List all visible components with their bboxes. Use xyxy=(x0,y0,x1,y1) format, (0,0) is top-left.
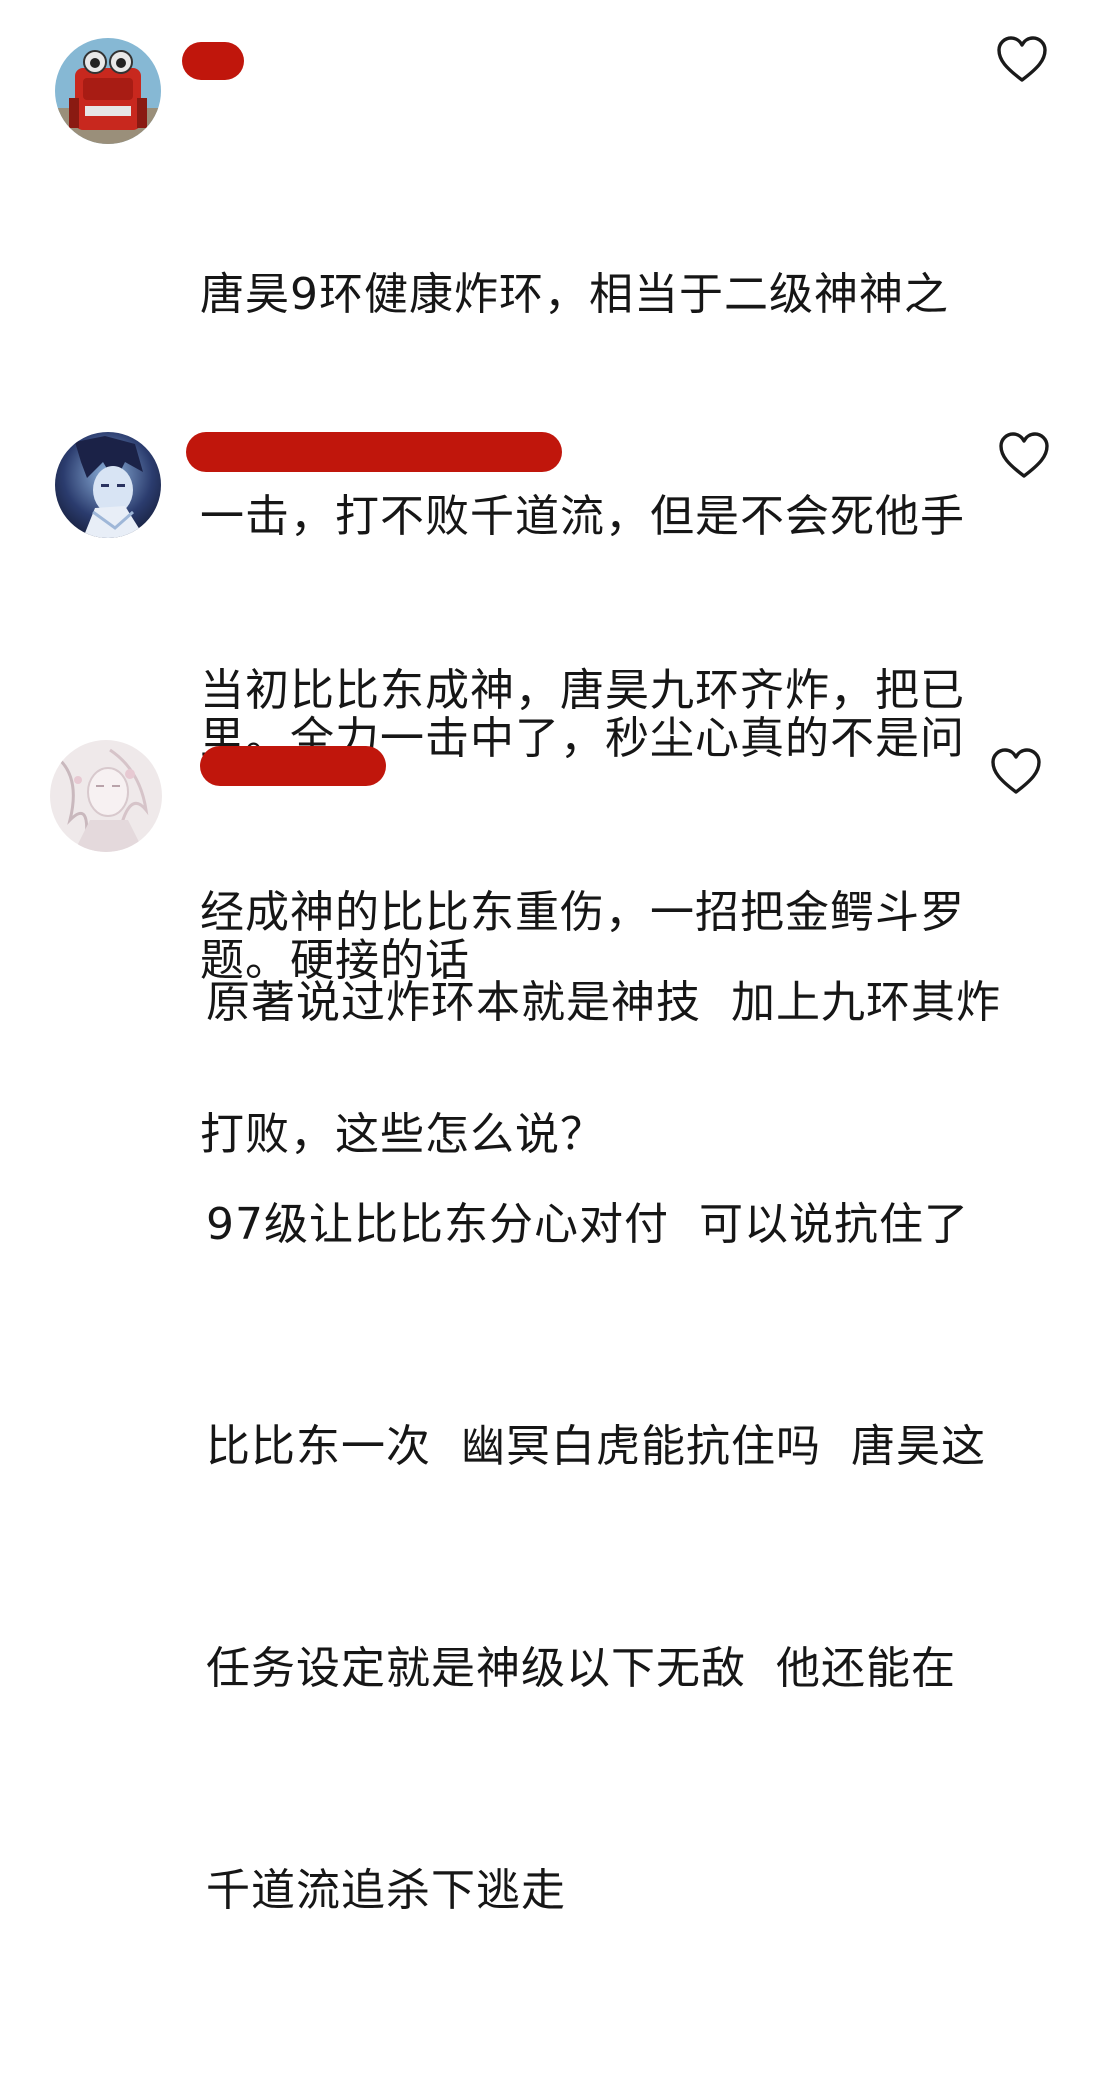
comment-item: 唐昊9环健康炸环，相当于二级神神之 一击，打不败千道流，但是不会死他手 里。全力… xyxy=(0,0,1098,986)
comment-line: 千道流追杀下逃走 xyxy=(206,1865,566,1916)
cartoon-robot-avatar-icon xyxy=(55,38,161,144)
username-redacted[interactable] xyxy=(186,432,562,472)
like-button[interactable] xyxy=(996,36,1048,84)
username-redacted[interactable] xyxy=(200,746,386,786)
comment-line: 当初比比东成神，唐昊九环齐炸，把已 xyxy=(200,665,965,716)
heart-outline-icon xyxy=(997,36,1047,82)
comment-item: 原著说过炸环本就是神技 加上九环其炸 97级让比比东分心对付 可以说抗住了 比比… xyxy=(0,720,1098,1916)
like-button[interactable] xyxy=(990,748,1042,796)
comment-line: 唐昊9环健康炸环，相当于二级神神之 xyxy=(200,269,949,320)
anime-character-avatar-icon xyxy=(55,432,161,538)
comment-line: 任务设定就是神级以下无敌 他还能在 xyxy=(206,1643,956,1694)
comment-text: 原著说过炸环本就是神技 加上九环其炸 97级让比比东分心对付 可以说抗住了 比比… xyxy=(206,818,1001,2076)
heart-outline-icon xyxy=(991,748,1041,794)
illustrated-portrait-avatar-icon xyxy=(50,740,162,852)
avatar[interactable] xyxy=(50,740,162,852)
avatar[interactable] xyxy=(55,432,161,538)
avatar[interactable] xyxy=(55,38,161,144)
like-button[interactable] xyxy=(998,432,1050,480)
comment-line: 97级让比比东分心对付 可以说抗住了 xyxy=(206,1199,969,1250)
comment-line: 比比东一次 幽冥白虎能抗住吗 唐昊这 xyxy=(206,1421,986,1472)
comment-item: 当初比比东成神，唐昊九环齐炸，把已 经成神的比比东重伤，一招把金鳄斗罗 打败，这… xyxy=(0,410,1098,1160)
heart-outline-icon xyxy=(999,432,1049,478)
username-redacted[interactable] xyxy=(182,42,244,80)
comment-line: 原著说过炸环本就是神技 加上九环其炸 xyxy=(206,977,1001,1028)
